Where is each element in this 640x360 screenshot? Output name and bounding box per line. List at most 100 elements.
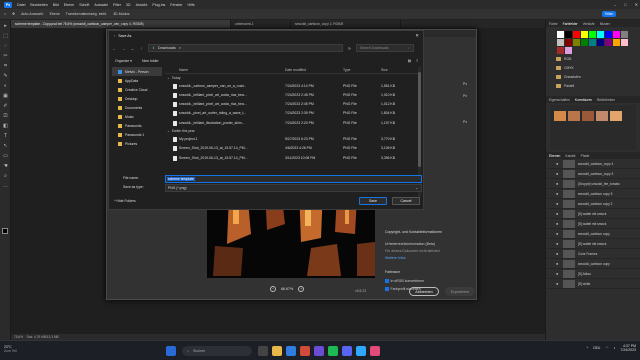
layer-row[interactable]: ● [S] wattel mit smock <box>546 209 640 219</box>
color-swatch[interactable] <box>620 38 628 46</box>
layer-row[interactable]: ● [Gruppe] smockit_fee_tomato <box>546 179 640 189</box>
color-swatch[interactable] <box>612 38 620 46</box>
tab-patterns[interactable]: Muster <box>600 22 610 26</box>
preset-thumbnail[interactable] <box>554 111 566 121</box>
tool-icon[interactable]: ▭ <box>2 153 9 160</box>
nav-item[interactable]: Desktop <box>112 94 162 103</box>
color-swatch[interactable] <box>564 30 572 38</box>
organize-button[interactable]: Organize ▾ <box>115 59 132 63</box>
file-row[interactable]: smockit-_brilliant_pixel_art_costa_rica_… <box>165 100 421 109</box>
color-swatch[interactable] <box>572 38 580 46</box>
layer-row[interactable]: ● [S] white <box>546 279 640 289</box>
menu-view[interactable]: Ansicht <box>136 3 148 7</box>
color-swatch[interactable] <box>564 38 572 46</box>
menu-edit[interactable]: Bearbeiten <box>30 3 47 7</box>
nav-item[interactable]: Passwords <box>112 121 162 130</box>
filename-value[interactable]: scheme template <box>167 177 195 181</box>
color-swatch[interactable] <box>604 38 612 46</box>
swatch-folder[interactable]: RGB <box>556 54 640 63</box>
recent-locations-icon[interactable]: ⌄ <box>130 46 135 51</box>
color-swatch[interactable] <box>556 38 564 46</box>
visibility-eye-icon[interactable]: ● <box>556 271 560 276</box>
address-bar[interactable]: ⬇ Downloads > <box>148 44 343 52</box>
color-swatch[interactable] <box>588 30 596 38</box>
color-swatch[interactable] <box>604 30 612 38</box>
photoshop-taskbar-icon[interactable] <box>356 346 366 356</box>
learn-more-link[interactable]: Weitere Infos <box>385 256 406 260</box>
refresh-icon[interactable]: ⟳ <box>347 46 352 51</box>
language-indicator[interactable]: DEU <box>593 346 600 350</box>
tool-icon[interactable]: ⬚ <box>2 33 9 40</box>
visibility-eye-icon[interactable]: ● <box>556 211 560 216</box>
srgb-checkbox[interactable]: In sRGB konvertieren <box>385 279 424 283</box>
tab-libraries[interactable]: Bibliotheken <box>597 98 615 102</box>
menu-plugins[interactable]: Plug-ins <box>152 3 165 7</box>
menu-layer[interactable]: Ebene <box>64 3 74 7</box>
filename-input[interactable]: scheme template <box>165 175 422 183</box>
teams-icon[interactable] <box>314 346 324 356</box>
wifi-icon[interactable]: ◠ <box>605 346 608 350</box>
cancel-button[interactable]: Cancel <box>392 197 420 205</box>
menu-window[interactable]: Fenster <box>170 3 182 7</box>
column-type[interactable]: Type <box>343 68 350 72</box>
tab-paths[interactable]: Pfade <box>581 154 590 158</box>
tool-icon[interactable]: ↖ <box>2 143 9 150</box>
color-swatch[interactable] <box>612 30 620 38</box>
search-input[interactable]: Search Downloads ⌕ <box>356 44 414 52</box>
tool-icon[interactable]: ◌ <box>2 43 9 50</box>
column-size[interactable]: Size <box>381 68 388 72</box>
visibility-eye-icon[interactable]: ● <box>556 181 560 186</box>
file-group-header[interactable]: ⌄ Earlier this year <box>165 127 421 134</box>
tab-properties[interactable]: Eigenschaften <box>549 98 570 102</box>
column-name[interactable]: Name <box>179 68 188 72</box>
tool-icon[interactable]: ⌕ <box>2 173 9 180</box>
file-row[interactable]: smockit-_pixel_art_surfer_riding_a_wave_… <box>165 109 421 118</box>
help-icon[interactable]: ? <box>416 59 418 63</box>
transform-controls-label[interactable]: Transformationsstrg. einbl. <box>66 12 107 16</box>
tab-adjustments[interactable]: Korrekturen <box>575 98 592 102</box>
visibility-eye-icon[interactable]: ● <box>556 171 560 176</box>
foreground-color[interactable] <box>2 228 8 234</box>
back-arrow-icon[interactable]: ← <box>112 46 117 51</box>
color-swatch[interactable] <box>596 38 604 46</box>
visibility-eye-icon[interactable]: ● <box>556 251 560 256</box>
tab-gradients[interactable]: Verläufe <box>583 22 595 26</box>
volume-icon[interactable]: ◖ <box>613 346 615 350</box>
forward-arrow-icon[interactable]: → <box>121 46 126 51</box>
layer-row[interactable]: ● smockit_carttoon copy <box>546 229 640 239</box>
nav-item[interactable]: Creative Cloud <box>112 85 162 94</box>
tool-icon[interactable]: ◧ <box>2 123 9 130</box>
visibility-eye-icon[interactable]: ● <box>556 161 560 166</box>
preset-thumbnail[interactable] <box>568 111 580 121</box>
auto-select-label[interactable]: Auto-Auswahl: <box>21 12 44 16</box>
color-swatch[interactable] <box>588 38 596 46</box>
swatch-folder[interactable]: Pastell <box>556 81 640 90</box>
doc-tab-active[interactable]: scheme template - Copy.psd bei 75,6% (sm… <box>11 20 231 28</box>
color-swatch[interactable] <box>620 30 628 38</box>
file-row[interactable]: smockit-_brilliant_illustration_poster_s… <box>165 118 421 127</box>
menu-filter[interactable]: Filter <box>113 3 121 7</box>
share-button[interactable]: Teilen <box>602 11 616 17</box>
menu-3d[interactable]: 3D <box>126 3 131 7</box>
color-swatch[interactable] <box>556 30 564 38</box>
edge-icon[interactable] <box>286 346 296 356</box>
tool-icon[interactable]: ▸ <box>2 23 9 30</box>
close-icon[interactable]: ✕ <box>415 33 419 39</box>
tray-chevron-icon[interactable]: ^ <box>587 346 589 350</box>
home-icon[interactable]: ⌂ <box>4 12 6 16</box>
color-swatch[interactable] <box>572 30 580 38</box>
nav-item[interactable]: Documents <box>112 103 162 112</box>
tool-icon[interactable]: ✂ <box>2 53 9 60</box>
tool-icon[interactable]: ✎ <box>2 73 9 80</box>
tab-channels[interactable]: Kanäle <box>565 154 575 158</box>
preset-thumbnail[interactable] <box>596 111 608 121</box>
tool-icon[interactable]: ⎚ <box>2 113 9 120</box>
tool-icon[interactable]: ⌗ <box>2 63 9 70</box>
nav-item[interactable]: AppData <box>112 76 162 85</box>
color-swatch[interactable] <box>580 30 588 38</box>
menu-select[interactable]: Auswahl <box>94 3 108 7</box>
chrome-icon[interactable] <box>300 346 310 356</box>
close-icon[interactable]: ✕ <box>635 2 638 7</box>
doc-tab[interactable]: unbenannt-1 <box>231 20 291 28</box>
start-icon[interactable] <box>166 346 176 356</box>
